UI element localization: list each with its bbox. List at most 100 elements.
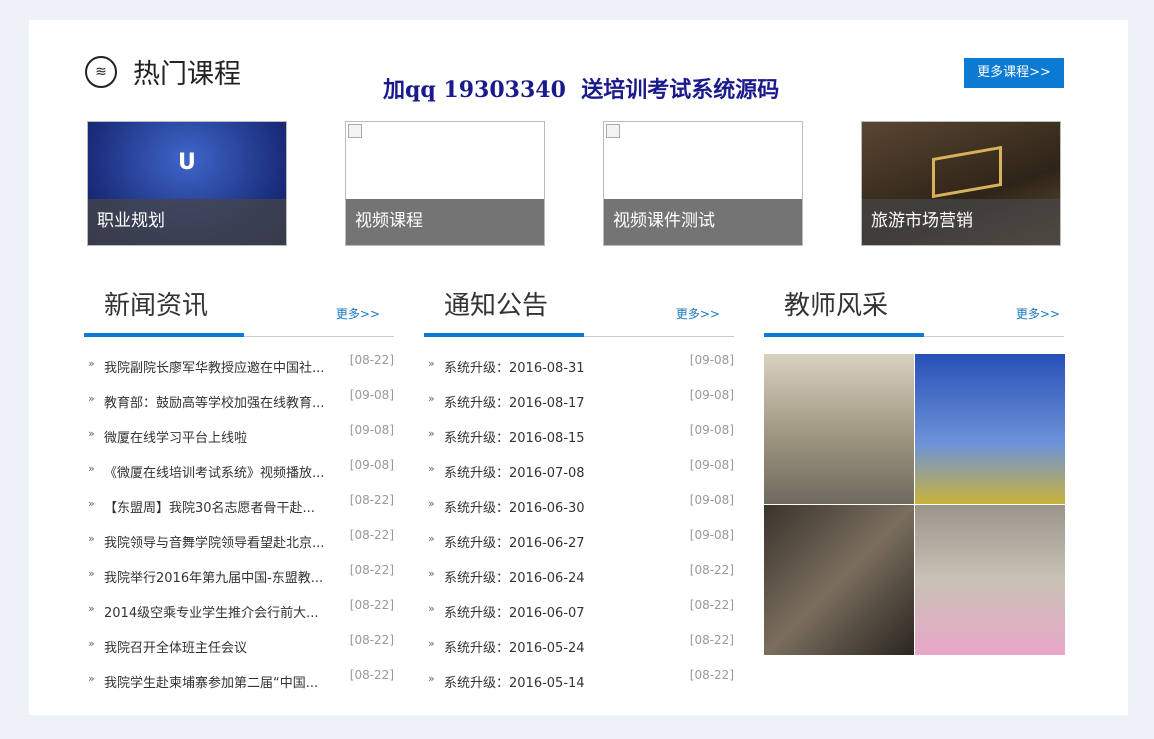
notice-more-link[interactable]: 更多>> [676,305,720,322]
double-chevron-icon: » [88,427,95,440]
item-date: [09-08] [689,353,734,367]
swing-image [932,145,1002,199]
item-date: [09-08] [689,423,734,437]
item-title[interactable]: 系统升级：2016-08-31 [444,357,684,376]
list-item[interactable]: » 系统升级：2016-05-14 [08-22] [424,668,734,707]
list-item[interactable]: » 我院领导与音舞学院领导看望赴北京... [08-22] [84,528,394,567]
item-title[interactable]: 系统升级：2016-05-24 [444,637,684,656]
double-chevron-icon: » [88,567,95,580]
list-item[interactable]: » 系统升级：2016-06-07 [08-22] [424,598,734,637]
divider [764,333,1064,337]
broken-image-icon [348,124,362,138]
item-title[interactable]: 我院学生赴柬埔寨参加第二届“中国... [104,672,344,691]
list-item[interactable]: » 系统升级：2016-06-27 [09-08] [424,528,734,567]
item-title[interactable]: 系统升级：2016-07-08 [444,462,684,481]
item-date: [09-08] [349,388,394,402]
list-item[interactable]: » 系统升级：2016-07-08 [09-08] [424,458,734,497]
teachers-more-link[interactable]: 更多>> [1016,305,1060,322]
item-title[interactable]: 系统升级：2016-06-07 [444,602,684,621]
list-item[interactable]: » 我院举行2016年第九届中国-东盟教... [08-22] [84,563,394,602]
item-title[interactable]: 微厦在线学习平台上线啦 [104,427,344,446]
divider [424,333,734,337]
double-chevron-icon: » [428,602,435,615]
item-date: [08-22] [349,528,394,542]
double-chevron-icon: » [88,357,95,370]
teacher-photo[interactable] [915,354,1065,504]
promo-text: 加qq 19303340 送培训考试系统源码 [383,77,780,103]
news-section: 新闻资讯 更多>> » 我院副院长廖军华教授应邀在中国社... [08-22]» 教育… [84,285,394,707]
double-chevron-icon: » [88,637,95,650]
course-card[interactable]: U 职业规划 [87,121,287,246]
course-card[interactable]: 旅游市场营销 [861,121,1061,246]
list-item[interactable]: » 系统升级：2016-08-17 [09-08] [424,388,734,427]
item-date: [09-08] [349,458,394,472]
item-title[interactable]: 《微厦在线培训考试系统》视频播放... [104,462,344,481]
teacher-photo[interactable] [915,505,1065,655]
item-date: [08-22] [689,668,734,682]
double-chevron-icon: » [88,672,95,685]
item-title[interactable]: 我院领导与音舞学院领导看望赴北京... [104,532,344,551]
course-label: 视频课程 [346,199,544,245]
item-title[interactable]: 我院举行2016年第九届中国-东盟教... [104,567,344,586]
list-item[interactable]: » 我院副院长廖军华教授应邀在中国社... [08-22] [84,353,394,392]
course-card[interactable]: 视频课程 [345,121,545,246]
teacher-photo[interactable] [764,354,914,504]
list-item[interactable]: » 微厦在线学习平台上线啦 [09-08] [84,423,394,462]
list-item[interactable]: » 系统升级：2016-06-24 [08-22] [424,563,734,602]
double-chevron-icon: » [88,602,95,615]
double-chevron-icon: » [428,462,435,475]
more-courses-button[interactable]: 更多课程>> [964,58,1064,88]
item-title[interactable]: 我院副院长廖军华教授应邀在中国社... [104,357,344,376]
item-date: [08-22] [689,563,734,577]
course-logo-icon: U [178,150,196,175]
notice-section: 通知公告 更多>> » 系统升级：2016-08-31 [09-08]» 系统升级：2… [424,285,734,707]
list-item[interactable]: » 我院学生赴柬埔寨参加第二届“中国... [08-22] [84,668,394,707]
teacher-photo[interactable] [764,505,914,655]
news-more-link[interactable]: 更多>> [336,305,380,322]
list-item[interactable]: » 2014级空乘专业学生推介会行前大... [08-22] [84,598,394,637]
teachers-section: 教师风采 更多>> [764,285,1064,337]
item-title[interactable]: 系统升级：2016-08-15 [444,427,684,446]
double-chevron-icon: » [428,567,435,580]
item-title[interactable]: 系统升级：2016-06-24 [444,567,684,586]
double-chevron-icon: » [428,532,435,545]
item-date: [08-22] [689,633,734,647]
item-date: [09-08] [689,493,734,507]
item-title[interactable]: 系统升级：2016-06-27 [444,532,684,551]
double-chevron-icon: » [428,357,435,370]
list-item[interactable]: » 我院召开全体班主任会议 [08-22] [84,633,394,672]
double-chevron-icon: » [428,637,435,650]
item-title[interactable]: 系统升级：2016-05-14 [444,672,684,691]
course-label: 旅游市场营销 [862,199,1060,245]
double-chevron-icon: » [428,672,435,685]
item-title[interactable]: 我院召开全体班主任会议 [104,637,344,656]
item-date: [09-08] [349,423,394,437]
item-date: [08-22] [689,598,734,612]
item-date: [08-22] [349,633,394,647]
item-title[interactable]: 系统升级：2016-06-30 [444,497,684,516]
list-item[interactable]: » 系统升级：2016-08-15 [09-08] [424,423,734,462]
layers-icon: ≋ [85,56,117,88]
double-chevron-icon: » [88,392,95,405]
course-card[interactable]: 视频课件测试 [603,121,803,246]
item-title[interactable]: 教育部：鼓励高等学校加强在线教育... [104,392,344,411]
item-title[interactable]: 【东盟周】我院30名志愿者骨干赴... [104,497,344,516]
list-item[interactable]: » 教育部：鼓励高等学校加强在线教育... [09-08] [84,388,394,427]
item-date: [08-22] [349,353,394,367]
list-item[interactable]: » 系统升级：2016-08-31 [09-08] [424,353,734,392]
list-item[interactable]: » 【东盟周】我院30名志愿者骨干赴... [08-22] [84,493,394,532]
double-chevron-icon: » [428,497,435,510]
item-date: [09-08] [689,528,734,542]
list-item[interactable]: » 系统升级：2016-05-24 [08-22] [424,633,734,672]
divider [84,333,394,337]
item-date: [09-08] [689,458,734,472]
course-label: 职业规划 [88,199,286,245]
list-item[interactable]: » 《微厦在线培训考试系统》视频播放... [09-08] [84,458,394,497]
item-date: [08-22] [349,598,394,612]
item-date: [08-22] [349,563,394,577]
item-title[interactable]: 系统升级：2016-08-17 [444,392,684,411]
item-title[interactable]: 2014级空乘专业学生推介会行前大... [104,602,344,621]
list-item[interactable]: » 系统升级：2016-06-30 [09-08] [424,493,734,532]
double-chevron-icon: » [88,497,95,510]
double-chevron-icon: » [88,532,95,545]
